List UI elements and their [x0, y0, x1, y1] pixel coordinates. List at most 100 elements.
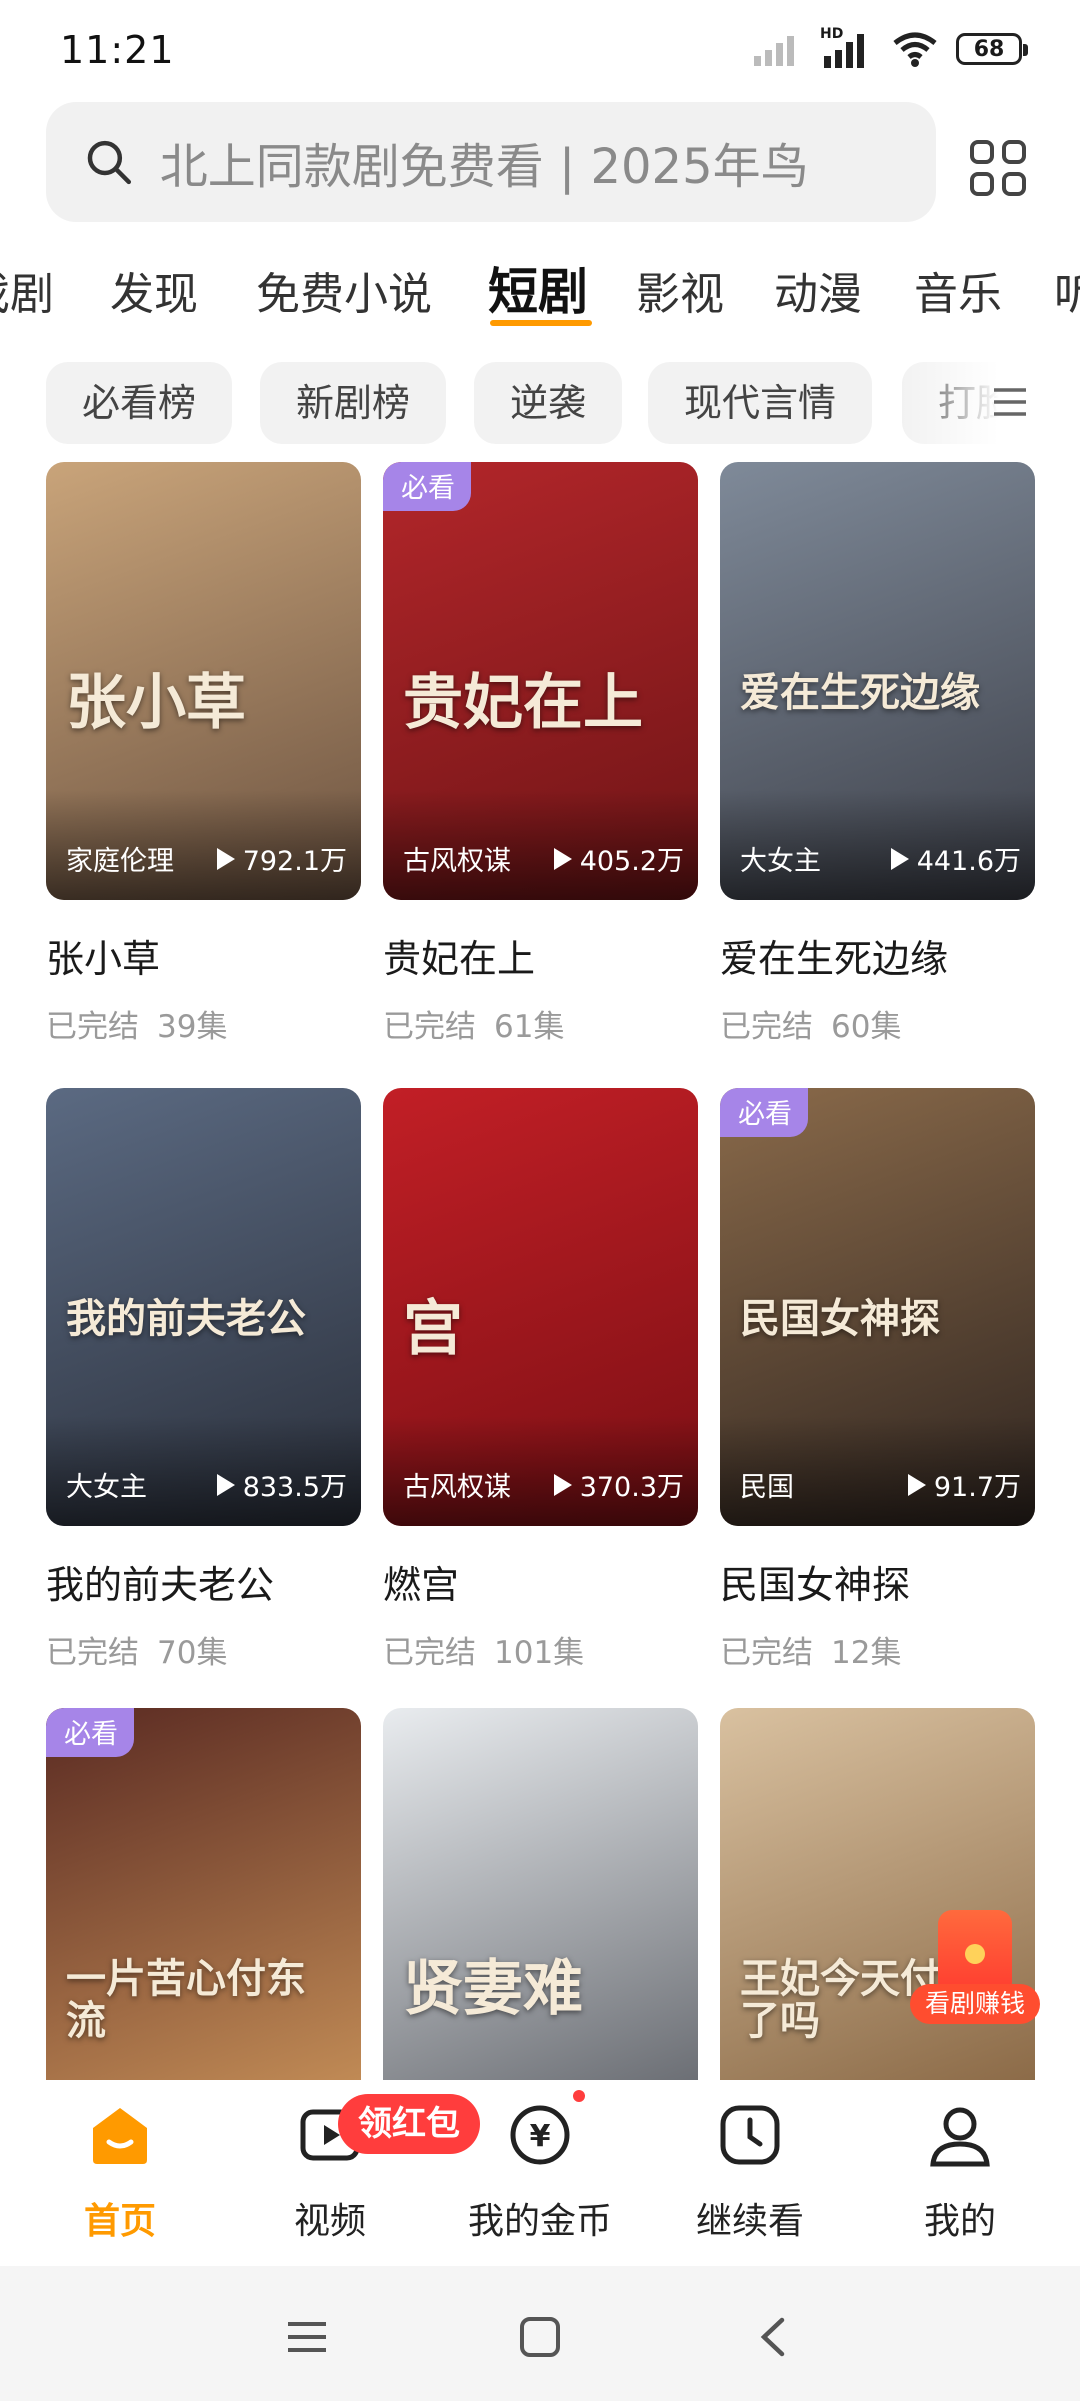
show-card[interactable]: 贤妻难: [383, 1708, 698, 2080]
more-filters-icon[interactable]: [990, 382, 1030, 422]
completion-status: 已完结: [383, 1635, 476, 1671]
show-poster[interactable]: 贤妻难: [383, 1708, 698, 2080]
watch-earn-label: 看剧赚钱: [910, 1984, 1040, 2024]
nav-profile[interactable]: 我的: [870, 2100, 1050, 2244]
show-card[interactable]: 宫古风权谋 370.3万燃宫已完结 101集: [383, 1088, 698, 1672]
genre-tag: 家庭伦理: [66, 846, 174, 877]
must-watch-badge: 必看: [720, 1088, 808, 1137]
status-bar: 11:21 HD 68: [0, 0, 1080, 100]
nav-profile-label: 我的: [923, 2201, 996, 2242]
play-icon: [216, 847, 235, 870]
show-card[interactable]: 我的前夫老公 大女主 833.5万 我的前夫老公 已完结 70集: [46, 1088, 361, 1672]
show-card[interactable]: 张小草 家庭伦理 792.1万 张小草 已完结 39集: [46, 462, 361, 1046]
play-icon: [553, 847, 572, 870]
must-watch-badge: 必看: [383, 462, 471, 511]
home-button-icon[interactable]: [515, 2312, 565, 2362]
show-card[interactable]: 民国女神探 民国 91.7万 必看 民国女神探 已完结 12集: [720, 1088, 1035, 1672]
episode-count: 39集: [157, 1009, 228, 1045]
tab-music[interactable]: 音乐: [914, 258, 1002, 322]
active-tab-indicator: [490, 320, 592, 326]
red-envelope-badge[interactable]: 领红包: [338, 2094, 480, 2154]
show-title[interactable]: 我的前夫老公: [46, 1554, 361, 1609]
episode-count: 12集: [831, 1635, 902, 1671]
show-status: 已完结 12集: [720, 1627, 1035, 1672]
poster-title-art: 爱在生死边缘: [740, 669, 980, 716]
nav-home[interactable]: 首页: [30, 2100, 210, 2244]
play-icon: [890, 847, 909, 870]
back-icon[interactable]: [750, 2312, 800, 2362]
play-icon: [216, 1473, 235, 1496]
play-count: 91.7万: [907, 1465, 1021, 1504]
show-poster[interactable]: 张小草家庭伦理 792.1万: [46, 462, 361, 900]
nav-home-label: 首页: [83, 2201, 156, 2242]
status-icons: HD 68: [752, 26, 1028, 68]
nav-video-label: 视频: [293, 2201, 366, 2242]
show-card[interactable]: 贵妃在上 古风权谋 405.2万 必看 贵妃在上 已完结 61集: [383, 462, 698, 1046]
show-title[interactable]: 民国女神探: [720, 1554, 1035, 1609]
search-placeholder: 北上同款剧免费看 | 2025年鸟: [159, 139, 809, 195]
must-watch-badge: 必看: [46, 1708, 134, 1757]
show-poster[interactable]: 贵妃在上 古风权谋 405.2万 必看: [383, 462, 698, 900]
nav-continue[interactable]: 继续看: [660, 2100, 840, 2244]
tab-drama[interactable]: 戏剧: [0, 258, 54, 322]
tab-free-novels[interactable]: 免费小说: [256, 258, 432, 322]
play-count-value: 833.5万: [242, 1472, 347, 1503]
show-status: 已完结 61集: [383, 1001, 698, 1046]
play-count: 370.3万: [553, 1465, 684, 1504]
show-card[interactable]: 爱在生死边缘 大女主 441.6万 爱在生死边缘 已完结 60集: [720, 462, 1035, 1046]
play-count-value: 370.3万: [579, 1472, 684, 1503]
home-icon: [93, 2108, 147, 2164]
menu-icon[interactable]: [282, 2312, 332, 2362]
episode-count: 61集: [494, 1009, 565, 1045]
category-grid-icon[interactable]: [968, 138, 1028, 198]
show-poster[interactable]: 一片苦心付东流 必看: [46, 1708, 361, 2080]
poster-meta: 大女主 833.5万: [66, 1465, 347, 1504]
show-title[interactable]: 张小草: [46, 928, 361, 983]
nav-continue-label: 继续看: [695, 2201, 804, 2242]
genre-tag: 古风权谋: [403, 846, 511, 877]
tab-listen[interactable]: 听: [1054, 258, 1080, 322]
tab-short-drama[interactable]: 短剧: [488, 252, 588, 324]
show-title[interactable]: 爱在生死边缘: [720, 928, 1035, 983]
poster-title-art: 宫: [403, 1294, 463, 1364]
episode-count: 101集: [494, 1635, 585, 1671]
chip-comeback[interactable]: 逆袭: [474, 362, 623, 444]
tab-anime[interactable]: 动漫: [774, 258, 862, 322]
show-poster[interactable]: 民国女神探 民国 91.7万 必看: [720, 1088, 1035, 1526]
battery-icon: 68: [956, 33, 1028, 65]
play-count-value: 405.2万: [579, 846, 684, 877]
bottom-nav: 首页 视频 ¥ 我的金币 继续看 我的 领红包: [0, 2080, 1080, 2266]
watch-earn-widget[interactable]: 看剧赚钱: [910, 1910, 1040, 2030]
clock-icon: [720, 2105, 780, 2165]
play-count-value: 441.6万: [916, 846, 1021, 877]
svg-text:¥: ¥: [530, 2119, 551, 2154]
show-title[interactable]: 贵妃在上: [383, 928, 698, 983]
show-poster[interactable]: 宫古风权谋 370.3万: [383, 1088, 698, 1526]
search-bar[interactable]: 北上同款剧免费看 | 2025年鸟: [46, 102, 936, 222]
play-count-value: 792.1万: [242, 846, 347, 877]
poster-title-art: 一片苦心付东流: [66, 1955, 306, 2044]
play-count: 441.6万: [890, 839, 1021, 878]
play-count: 833.5万: [216, 1465, 347, 1504]
tab-film-tv[interactable]: 影视: [636, 258, 724, 322]
show-title[interactable]: 燃宫: [383, 1554, 698, 1609]
nav-coins-label: 我的金币: [467, 2201, 612, 2242]
tab-discover[interactable]: 发现: [110, 258, 198, 322]
play-icon: [907, 1473, 926, 1496]
play-count: 405.2万: [553, 839, 684, 878]
poster-title-art: 张小草: [66, 668, 246, 738]
poster-meta: 大女主 441.6万: [740, 839, 1021, 878]
play-count: 792.1万: [216, 839, 347, 878]
show-card[interactable]: 一片苦心付东流 必看: [46, 1708, 361, 2080]
genre-tag: 大女主: [740, 846, 821, 877]
genre-tag: 大女主: [66, 1472, 147, 1503]
show-poster[interactable]: 我的前夫老公 大女主 833.5万: [46, 1088, 361, 1526]
poster-meta: 家庭伦理 792.1万: [66, 839, 347, 878]
completion-status: 已完结: [720, 1009, 813, 1045]
poster-meta: 古风权谋 405.2万: [403, 839, 684, 878]
show-poster[interactable]: 爱在生死边缘大女主 441.6万: [720, 462, 1035, 900]
genre-tag: 民国: [740, 1472, 794, 1503]
chip-new[interactable]: 新剧榜: [260, 362, 447, 444]
chip-must-watch[interactable]: 必看榜: [46, 362, 233, 444]
chip-modern-romance[interactable]: 现代言情: [648, 362, 873, 444]
